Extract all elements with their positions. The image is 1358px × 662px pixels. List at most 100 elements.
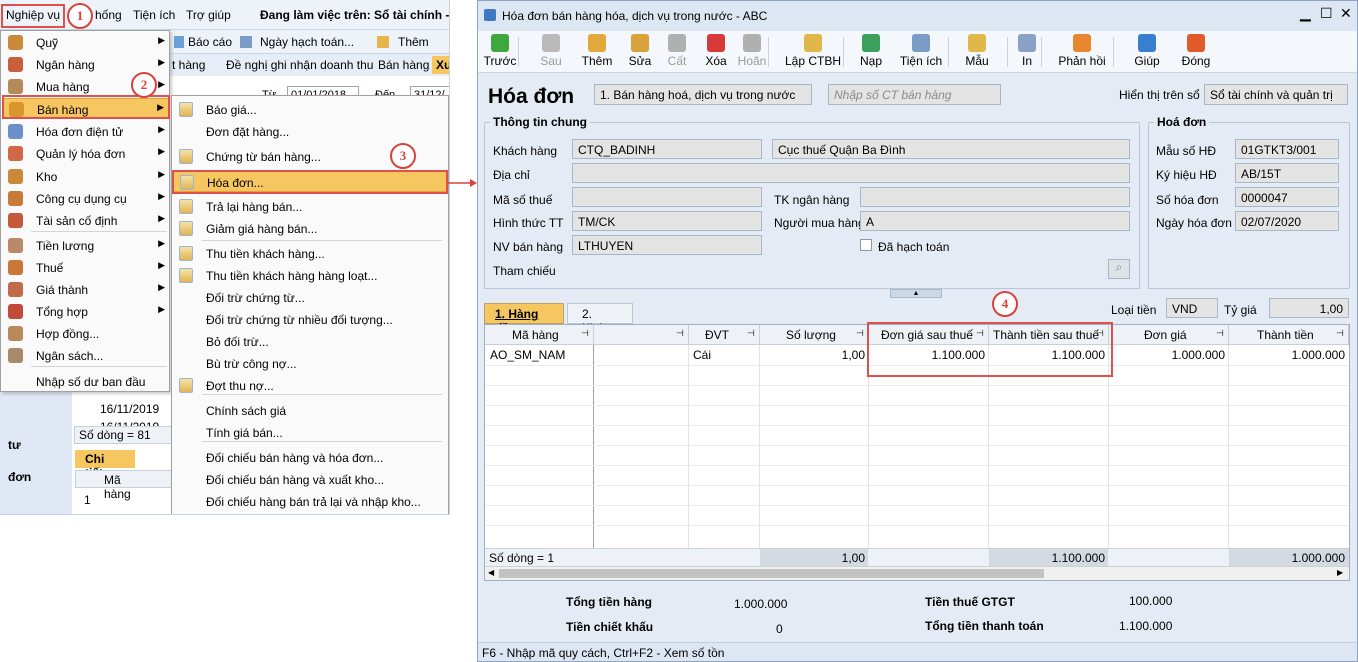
highlight-hoa-don	[172, 170, 448, 194]
tab-de-nghi-ghi-nhan[interactable]: Đề nghị ghi nhận doanh thu	[226, 58, 373, 72]
payment-method-select[interactable]: TM/CK	[572, 211, 762, 231]
menu-item-9[interactable]: Tài sản cố định ▶	[2, 210, 169, 231]
scroll-left-icon[interactable]: ◀	[488, 568, 494, 577]
toolbar-label: Sau	[540, 54, 562, 68]
menu-he-thong[interactable]: hống	[95, 8, 122, 22]
submenu-item-18[interactable]: Đối chiếu hàng bán trả lại và nhập kho..…	[173, 491, 447, 512]
utilities-button[interactable]: Tiện ích	[896, 31, 946, 73]
background-list: tư đơn 16/11/2019 16/11/2019 Số dòng = 8…	[0, 392, 175, 514]
cell-ma-hang[interactable]: AO_SM_NAM	[490, 348, 565, 362]
cell-so-luong[interactable]: 1,00	[842, 348, 865, 362]
menu-item-15[interactable]: Ngân sách...	[2, 345, 169, 366]
submenu-item-9[interactable]: Đối trừ chứng từ...	[173, 287, 447, 308]
submenu-item-13[interactable]: Đợt thu nợ...	[173, 375, 447, 396]
maximize-icon[interactable]: ☐	[1320, 5, 1333, 22]
menu-item-13[interactable]: Tổng hợp ▶	[2, 301, 169, 322]
mau-so-label: Mẫu số HĐ	[1156, 144, 1217, 158]
minimize-icon[interactable]: ▁	[1300, 5, 1311, 22]
callout-2: 2	[131, 72, 157, 98]
create-sales-voucher-button[interactable]: Lập CTBH	[783, 31, 843, 73]
hien-thi-label: Hiển thị trên sổ	[1119, 88, 1200, 102]
feedback-button[interactable]: Phản hồi	[1057, 31, 1107, 73]
menu-tien-ich[interactable]: Tiện ích	[133, 8, 175, 22]
address-input[interactable]	[572, 163, 1130, 183]
menu-item-1[interactable]: Quỹ ▶	[2, 32, 169, 53]
submenu-item-11[interactable]: Bỏ đối trừ...	[173, 331, 447, 352]
bank-account-input[interactable]	[860, 187, 1130, 207]
doc-number-input[interactable]: Nhập số CT bán hàng	[828, 84, 1001, 105]
loai-tien-label: Loại tiền	[1111, 303, 1157, 317]
submenu-item-7[interactable]: Thu tiền khách hàng...	[173, 243, 447, 264]
submenu-item-1[interactable]: Báo giá...	[173, 99, 447, 120]
tax-code-input[interactable]	[572, 187, 762, 207]
invoice-date-input[interactable]: 02/07/2020	[1235, 211, 1339, 231]
serial-input[interactable]: AB/15T	[1235, 163, 1339, 183]
callout-3: 3	[390, 143, 416, 169]
prev-button[interactable]: Trước	[482, 31, 518, 73]
menu-item-label: Hợp đồng...	[36, 327, 100, 341]
them-button[interactable]: Thêm	[398, 35, 429, 49]
invoice-number-input[interactable]: 0000047	[1235, 187, 1339, 207]
tab-ban-hang[interactable]: Bán hàng	[378, 58, 429, 72]
help-button[interactable]: Giúp	[1129, 31, 1165, 73]
menu-item-6[interactable]: Quản lý hóa đơn ▶	[2, 143, 169, 164]
menu-item-12[interactable]: Giá thành ▶	[2, 279, 169, 300]
grid-footer: Số dòng = 1 1,00 1.100.000 1.000.000	[485, 548, 1349, 566]
currency-select[interactable]: VND	[1166, 298, 1218, 318]
submenu-item-6[interactable]: Giảm giá hàng bán...	[173, 218, 447, 239]
submenu-item-17[interactable]: Đối chiếu bán hàng và xuất kho...	[173, 469, 447, 490]
template-button[interactable]: Mẫu	[959, 31, 995, 73]
reload-button[interactable]: Nạp	[856, 31, 886, 73]
menu-item-10[interactable]: Tiền lương ▶	[2, 235, 169, 256]
close-icon[interactable]: ✕	[1340, 5, 1352, 22]
bao-cao-button[interactable]: Báo cáo	[188, 35, 232, 49]
cell-thanh-tien[interactable]: 1.000.000	[1292, 348, 1345, 362]
submenu-item-10[interactable]: Đối trừ chứng từ nhiều đối tượng...	[173, 309, 447, 330]
tab-dat-hang[interactable]: t hàng	[172, 58, 205, 72]
buyer-input[interactable]: A	[860, 211, 1130, 231]
menu-item-14[interactable]: Hợp đồng...	[2, 323, 169, 344]
delete-button[interactable]: Xóa	[700, 31, 732, 73]
submenu-item-12[interactable]: Bù trừ công nợ...	[173, 353, 447, 374]
template-input[interactable]: 01GTKT3/001	[1235, 139, 1339, 159]
ngay-hach-toan-button[interactable]: Ngày hạch toán...	[260, 35, 354, 49]
tab-khac[interactable]: 2. Khác	[567, 303, 633, 335]
submenu-item-15[interactable]: Tính giá bán...	[173, 422, 447, 443]
close-button[interactable]: Đóng	[1178, 31, 1214, 73]
cell-dvt[interactable]: Cái	[693, 348, 711, 362]
menu-item-7[interactable]: Kho ▶	[2, 166, 169, 187]
add-button[interactable]: Thêm	[578, 31, 616, 73]
tab-hang-tien[interactable]: 1. Hàng tiền	[484, 303, 564, 335]
save-button[interactable]: Cất	[663, 31, 691, 73]
menu-item-8[interactable]: Công cụ dụng cụ ▶	[2, 188, 169, 209]
customer-name-input[interactable]: Cục thuế Quận Ba Đình	[772, 139, 1130, 159]
customer-code-input[interactable]: CTQ_BADINH	[572, 139, 762, 159]
invoice-type-select[interactable]: 1. Bán hàng hoá, dịch vụ trong nước	[594, 84, 812, 105]
menu-tro-giup[interactable]: Trợ giúp	[186, 8, 231, 22]
cell-don-gia[interactable]: 1.000.000	[1172, 348, 1225, 362]
submenu-item-5[interactable]: Trả lại hàng bán...	[173, 196, 447, 217]
menu-item-11[interactable]: Thuế ▶	[2, 257, 169, 278]
exchange-rate-input[interactable]: 1,00	[1269, 298, 1349, 318]
postpone-button[interactable]: Hoãn	[735, 31, 769, 73]
next-button[interactable]: Sau	[534, 31, 568, 73]
tab-chi-tiet[interactable]: Chi tiết	[75, 450, 135, 480]
posted-checkbox[interactable]	[860, 239, 872, 251]
submenu-item-16[interactable]: Đối chiếu bán hàng và hóa đơn...	[173, 447, 447, 468]
scroll-thumb[interactable]	[499, 569, 1044, 578]
salesperson-select[interactable]: LTHUYEN	[572, 235, 762, 255]
submenu-item-2[interactable]: Đơn đặt hàng...	[173, 121, 447, 142]
menu-item-5[interactable]: Hóa đơn điện tử ▶	[2, 121, 169, 142]
scroll-right-icon[interactable]: ▶	[1337, 568, 1343, 577]
horizontal-scrollbar[interactable]: ◀ ▶	[485, 566, 1349, 580]
reference-search-icon[interactable]: ⌕	[1108, 259, 1130, 279]
submenu-item-14[interactable]: Chính sách giá	[173, 400, 447, 421]
edit-button[interactable]: Sửa	[623, 31, 657, 73]
print-button[interactable]: In	[1017, 31, 1037, 73]
book-select[interactable]: Sổ tài chính và quản trị	[1204, 84, 1348, 105]
collapse-handle[interactable]: ▲	[890, 289, 942, 298]
calendar-icon	[240, 36, 252, 48]
menu-item-16[interactable]: Nhập số dư ban đầu	[2, 371, 169, 392]
tab-xuat-hoa-don[interactable]: Xu	[432, 56, 449, 74]
submenu-item-8[interactable]: Thu tiền khách hàng hàng loạt...	[173, 265, 447, 286]
